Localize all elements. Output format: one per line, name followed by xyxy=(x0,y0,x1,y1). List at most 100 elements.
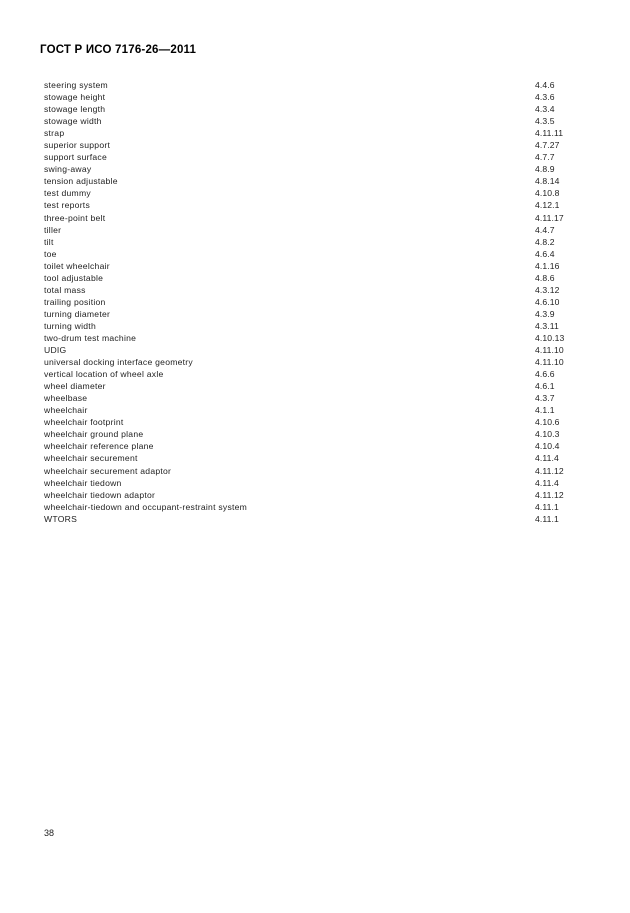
index-entry-reference: 4.6.1 xyxy=(535,381,555,392)
index-entry-row: tilt 4.8.2 xyxy=(44,236,564,248)
index-entry-term: turning width xyxy=(44,320,96,331)
index-entry-row: toe 4.6.4 xyxy=(44,248,564,260)
index-entry-term: UDIG xyxy=(44,345,67,356)
document-standard-header: ГОСТ Р ИСО 7176-26—2011 xyxy=(40,44,197,56)
index-entry-row: turning diameter 4.3.9 xyxy=(44,308,564,320)
index-entry-term: toe xyxy=(44,248,57,259)
index-entry-row: strap 4.11.11 xyxy=(44,127,564,139)
index-entry-term: wheelchair-tiedown and occupant-restrain… xyxy=(44,501,248,512)
index-entry-reference: 4.11.1 xyxy=(535,501,559,512)
index-entry-row: turning width 4.3.11 xyxy=(44,320,564,332)
index-entry-reference: 4.4.6 xyxy=(535,80,555,90)
index-entry-row: wheelchair-tiedown and occupant-restrain… xyxy=(44,501,564,513)
index-entry-term: wheelchair tiedown xyxy=(44,477,122,488)
index-entry-term: three-point belt xyxy=(44,212,106,223)
page-number: 38 xyxy=(44,828,55,838)
index-entry-term: turning diameter xyxy=(44,308,111,319)
index-entry-row: total mass 4.3.12 xyxy=(44,284,564,296)
index-entry-term: strap xyxy=(44,128,65,139)
index-entry-row: wheelchair securement adaptor 4.11.12 xyxy=(44,465,564,477)
index-entry-row: stowage width 4.3.5 xyxy=(44,115,564,127)
index-entry-reference: 4.10.3 xyxy=(535,429,560,440)
index-entry-reference: 4.10.13 xyxy=(535,332,565,343)
index-entry-reference: 4.11.10 xyxy=(535,345,564,356)
index-entry-row: tension adjustable 4.8.14 xyxy=(44,175,564,187)
index-entry-reference: 4.1.16 xyxy=(535,260,560,271)
index-entry-reference: 4.10.4 xyxy=(535,441,560,452)
index-entry-term: universal docking interface geometry xyxy=(44,357,193,368)
index-entry-reference: 4.8.6 xyxy=(535,272,555,283)
index-entry-term: stowage width xyxy=(44,116,102,127)
index-entry-row: test reports 4.12.1 xyxy=(44,199,564,211)
index-entry-row: wheelchair tiedown adaptor 4.11.12 xyxy=(44,489,564,501)
index-entry-term: two-drum test machine xyxy=(44,332,137,343)
index-entry-term: wheelchair xyxy=(44,405,88,416)
index-entry-reference: 4.1.1 xyxy=(535,405,555,416)
index-entry-row: two-drum test machine 4.10.13 xyxy=(44,332,564,344)
index-entry-term: test dummy xyxy=(44,188,91,199)
index-entry-term: support surface xyxy=(44,152,107,163)
index-entry-term: tool adjustable xyxy=(44,272,104,283)
index-entry-term: wheelchair footprint xyxy=(44,417,124,428)
index-entry-term: tiller xyxy=(44,224,62,235)
index-entry-term: vertical location of wheel axle xyxy=(44,369,164,380)
index-entry-term: stowage length xyxy=(44,104,106,115)
index-entry-reference: 4.3.11 xyxy=(535,320,559,331)
alphabetical-index-list: steering system 4.4.6 stowage height 4.3.6 s… xyxy=(44,79,564,525)
index-entry-term: wheelchair ground plane xyxy=(44,429,144,440)
index-entry-reference: 4.7.27 xyxy=(535,140,560,151)
index-entry-term: total mass xyxy=(44,284,86,295)
index-entry-row: universal docking interface geometry 4.11… xyxy=(44,356,564,368)
index-entry-term: WTORS xyxy=(44,513,78,524)
index-entry-reference: 4.3.5 xyxy=(535,116,555,127)
index-entry-reference: 4.11.1 xyxy=(535,513,559,524)
index-entry-row: wheelchair ground plane 4.10.3 xyxy=(44,428,564,440)
index-entry-row: wheelchair tiedown 4.11.4 xyxy=(44,477,564,489)
index-entry-row: wheelchair 4.1.1 xyxy=(44,404,564,416)
index-entry-reference: 4.3.4 xyxy=(535,104,555,115)
index-entry-reference: 4.11.12 xyxy=(535,489,564,500)
index-entry-reference: 4.8.14 xyxy=(535,176,560,187)
index-entry-term: wheelchair securement xyxy=(44,453,138,464)
index-entry-row: test dummy 4.10.8 xyxy=(44,187,564,199)
index-entry-term: wheelbase xyxy=(44,393,88,404)
index-entry-term: tension adjustable xyxy=(44,176,118,187)
index-entry-reference: 4.7.7 xyxy=(535,152,555,163)
index-entry-row: wheelchair footprint 4.10.6 xyxy=(44,416,564,428)
index-entry-reference: 4.11.10 xyxy=(535,357,564,368)
index-entry-reference: 4.11.4 xyxy=(535,453,559,464)
index-entry-row: support surface 4.7.7 xyxy=(44,151,564,163)
index-entry-row: WTORS 4.11.1 xyxy=(44,513,564,525)
index-entry-term: test reports xyxy=(44,200,90,211)
index-entry-term: steering system xyxy=(44,80,108,90)
index-entry-term: toilet wheelchair xyxy=(44,260,110,271)
index-entry-reference: 4.10.6 xyxy=(535,417,560,428)
index-entry-reference: 4.6.6 xyxy=(535,369,555,380)
index-entry-row: wheelchair securement 4.11.4 xyxy=(44,452,564,464)
index-entry-reference: 4.8.2 xyxy=(535,236,555,247)
index-entry-row: stowage length 4.3.4 xyxy=(44,103,564,115)
index-entry-row: UDIG 4.11.10 xyxy=(44,344,564,356)
index-entry-reference: 4.12.1 xyxy=(535,200,560,211)
index-entry-term: wheelchair reference plane xyxy=(44,441,154,452)
index-entry-row: wheelbase 4.3.7 xyxy=(44,392,564,404)
index-entry-row: tiller 4.4.7 xyxy=(44,224,564,236)
index-entry-term: wheelchair tiedown adaptor xyxy=(44,489,156,500)
index-entry-reference: 4.11.17 xyxy=(535,212,564,223)
index-entry-row: swing-away 4.8.9 xyxy=(44,163,564,175)
index-entry-row: stowage height 4.3.6 xyxy=(44,91,564,103)
index-entry-row: superior support 4.7.27 xyxy=(44,139,564,151)
index-entry-reference: 4.8.9 xyxy=(535,164,555,175)
index-entry-term: stowage height xyxy=(44,92,106,103)
index-entry-term: superior support xyxy=(44,140,111,151)
index-entry-reference: 4.3.12 xyxy=(535,284,560,295)
index-entry-reference: 4.10.8 xyxy=(535,188,560,199)
index-entry-reference: 4.6.10 xyxy=(535,296,560,307)
index-entry-row: tool adjustable 4.8.6 xyxy=(44,272,564,284)
index-entry-term: trailing position xyxy=(44,296,106,307)
index-entry-row: vertical location of wheel axle 4.6.6 xyxy=(44,368,564,380)
index-entry-reference: 4.11.12 xyxy=(535,465,564,476)
index-entry-row: steering system 4.4.6 xyxy=(44,79,564,91)
index-entry-row: toilet wheelchair 4.1.16 xyxy=(44,260,564,272)
index-entry-term: wheelchair securement adaptor xyxy=(44,465,172,476)
